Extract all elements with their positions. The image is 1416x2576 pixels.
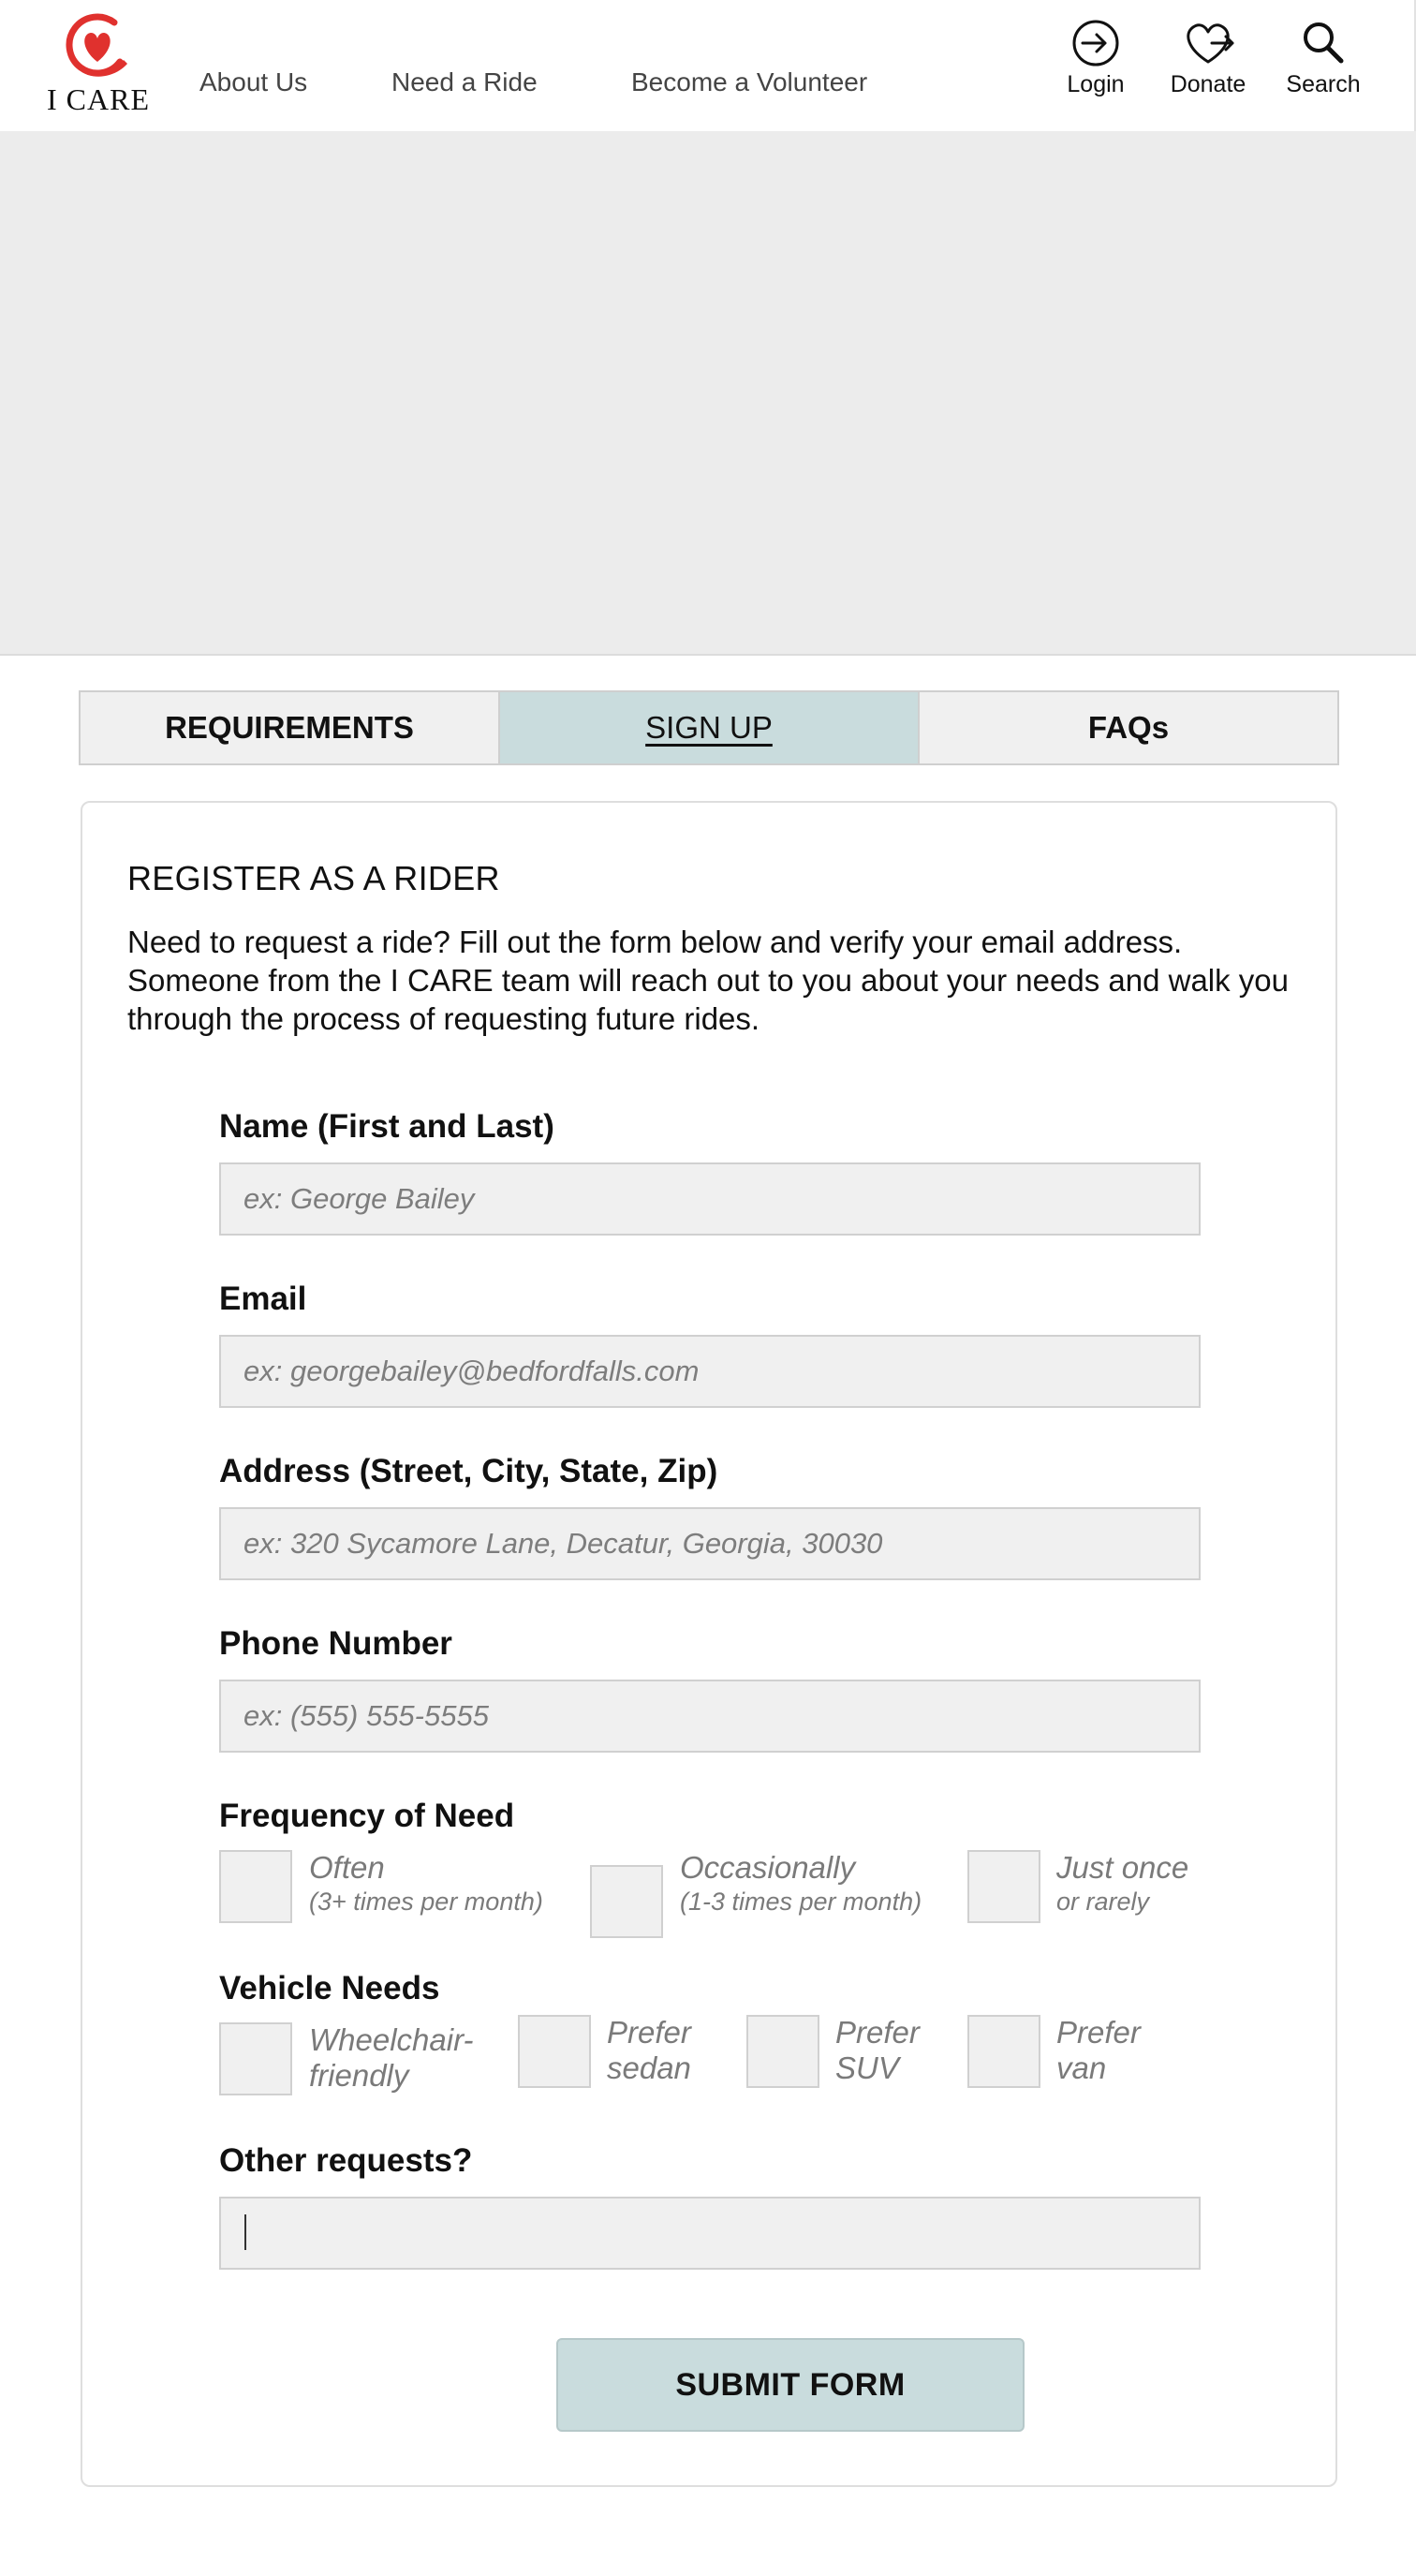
nav-about-us[interactable]: About Us	[199, 67, 307, 97]
frequency-occasionally-checkbox[interactable]	[590, 1865, 663, 1938]
text-cursor	[244, 2214, 246, 2250]
vehicle-sedan-label-line2: sedan	[607, 2050, 691, 2085]
register-form-card: REGISTER AS A RIDER Need to request a ri…	[81, 801, 1337, 2487]
tab-faqs[interactable]: FAQs	[920, 692, 1337, 763]
login-label: Login	[1067, 71, 1125, 97]
donate-heart-icon	[1187, 23, 1234, 64]
login-icon	[1072, 20, 1119, 67]
site-header: I CARE About Us Need a Ride Become a Vol…	[0, 0, 1416, 131]
logo-text: I CARE	[47, 82, 150, 116]
submit-form-button[interactable]: SUBMIT FORM	[556, 2338, 1025, 2432]
tab-bar: REQUIREMENTS SIGN UP FAQs	[79, 690, 1339, 765]
frequency-often-label: Often	[309, 1850, 385, 1885]
vehicle-wheelchair-checkbox[interactable]	[219, 2022, 292, 2095]
vehicle-van-checkbox[interactable]	[967, 2015, 1040, 2088]
vehicle-wheelchair-option: Wheelchair- friendly	[309, 2022, 473, 2094]
tab-requirements[interactable]: REQUIREMENTS	[81, 692, 500, 763]
phone-input[interactable]	[219, 1680, 1201, 1753]
address-input[interactable]	[219, 1507, 1201, 1580]
phone-label: Phone Number	[219, 1625, 452, 1662]
donate-label: Donate	[1170, 71, 1246, 97]
vehicle-van-label-line2: van	[1056, 2050, 1107, 2085]
donate-button[interactable]: Donate	[1161, 19, 1255, 98]
vehicle-sedan-checkbox[interactable]	[518, 2015, 591, 2088]
vehicle-suv-label-line2: SUV	[835, 2050, 899, 2085]
email-input[interactable]	[219, 1335, 1201, 1408]
nav-need-a-ride[interactable]: Need a Ride	[391, 67, 538, 97]
form-intro: Need to request a ride? Fill out the for…	[127, 925, 1289, 1036]
tab-sign-up-label: SIGN UP	[645, 710, 773, 745]
heart-hand-logo-icon	[66, 13, 127, 77]
vehicle-suv-option: Prefer SUV	[835, 2015, 920, 2086]
vehicle-van-label-line1: Prefer	[1056, 2015, 1141, 2050]
other-requests-input[interactable]	[219, 2197, 1201, 2270]
frequency-often-option: Often (3+ times per month)	[309, 1850, 543, 1917]
frequency-just-once-label: Just once	[1056, 1850, 1189, 1885]
form-title: REGISTER AS A RIDER	[127, 859, 500, 897]
frequency-occasionally-sublabel: (1-3 times per month)	[680, 1888, 922, 1916]
address-label: Address (Street, City, State, Zip)	[219, 1453, 718, 1489]
vehicle-sedan-label-line1: Prefer	[607, 2015, 691, 2050]
nav-become-a-volunteer[interactable]: Become a Volunteer	[631, 67, 867, 97]
hero-image-placeholder	[0, 131, 1416, 656]
vehicle-suv-label-line1: Prefer	[835, 2015, 920, 2050]
login-button[interactable]: Login	[1049, 19, 1143, 98]
frequency-often-sublabel: (3+ times per month)	[309, 1888, 543, 1916]
search-label: Search	[1286, 71, 1361, 97]
name-input[interactable]	[219, 1162, 1201, 1236]
name-label: Name (First and Last)	[219, 1108, 554, 1145]
frequency-just-once-checkbox[interactable]	[967, 1850, 1040, 1923]
other-requests-label: Other requests?	[219, 2142, 473, 2179]
vehicle-suv-checkbox[interactable]	[746, 2015, 819, 2088]
vehicle-sedan-option: Prefer sedan	[607, 2015, 691, 2086]
vehicle-wheelchair-label-line2: friendly	[309, 2058, 409, 2093]
search-button[interactable]: Search	[1276, 19, 1370, 98]
tab-faqs-label: FAQs	[1087, 710, 1170, 745]
vehicle-needs-label: Vehicle Needs	[219, 1970, 440, 2006]
frequency-occasionally-option: Occasionally (1-3 times per month)	[680, 1850, 922, 1917]
tab-sign-up[interactable]: SIGN UP	[500, 692, 920, 763]
tab-requirements-label: REQUIREMENTS	[165, 710, 414, 745]
frequency-just-once-option: Just once or rarely	[1056, 1850, 1188, 1917]
frequency-label: Frequency of Need	[219, 1798, 515, 1834]
logo[interactable]: I CARE	[36, 13, 161, 116]
frequency-just-once-sublabel: or rarely	[1056, 1888, 1150, 1916]
search-icon	[1304, 22, 1344, 64]
vehicle-van-option: Prefer van	[1056, 2015, 1141, 2086]
vehicle-wheelchair-label-line1: Wheelchair-	[309, 2022, 474, 2057]
frequency-occasionally-label: Occasionally	[680, 1850, 856, 1885]
email-label: Email	[219, 1281, 307, 1317]
frequency-often-checkbox[interactable]	[219, 1850, 292, 1923]
